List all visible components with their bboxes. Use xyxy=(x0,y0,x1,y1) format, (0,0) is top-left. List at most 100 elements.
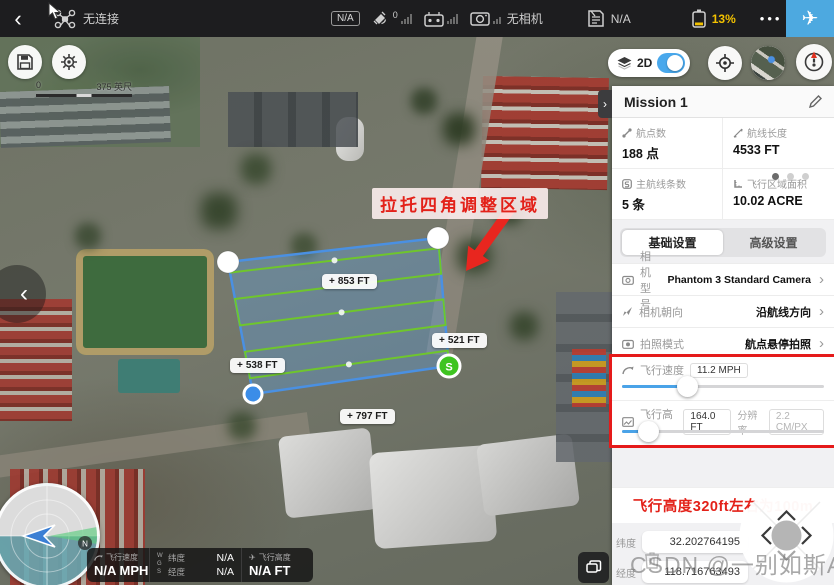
telemetry-altitude: ✈飞行高度 N/A FT xyxy=(242,548,312,582)
edge-length-bottom[interactable]: +797 FT xyxy=(340,409,395,424)
waypoint-dot xyxy=(339,309,345,315)
layers-3d-icon xyxy=(617,57,632,70)
telemetry-bar: 飞行速度 N/A MPH WGS 纬度N/A 经度N/A ✈飞行高度 N/A F… xyxy=(87,548,313,582)
altitude-slider-thumb[interactable] xyxy=(638,421,659,442)
stat-route-length: 航线长度 4533 FT xyxy=(723,118,834,169)
altitude-slider-row: 飞行高度 164.0 FT 分辨率 2.2 CM/PX xyxy=(612,401,834,445)
speed-slider-thumb[interactable] xyxy=(677,376,698,397)
move-cross-icon: + xyxy=(439,335,445,346)
move-cross-icon: + xyxy=(237,360,243,371)
speed-slider[interactable] xyxy=(622,385,824,388)
speed-slider-row: 飞行速度 11.2 MPH xyxy=(612,357,834,401)
attitude-indicator[interactable]: N xyxy=(0,483,100,585)
hint-annotation: 拉托四角调整区域 xyxy=(372,188,548,219)
takeoff-button[interactable]: ✈ xyxy=(786,0,834,37)
battery-icon[interactable] xyxy=(691,9,707,28)
camera-status: 无相机 xyxy=(507,10,543,27)
edge-length-right[interactable]: +521 FT xyxy=(432,333,487,348)
corner-handle-top-right[interactable] xyxy=(427,227,449,249)
satellite-count: 0 xyxy=(393,10,398,20)
app-screen: S +853 FT +521 FT +538 FT +797 FT 拉托四角调整… xyxy=(0,0,834,585)
waypoint-dot xyxy=(346,361,352,367)
locate-button[interactable] xyxy=(708,46,742,80)
area-icon xyxy=(733,179,743,189)
panel-collapse-tab[interactable]: › xyxy=(598,90,612,118)
scale-end-label: 375 英尺 xyxy=(96,80,132,93)
save-icon xyxy=(16,53,34,71)
chevron-right-icon: › xyxy=(819,335,824,352)
mission-header: Mission 1 xyxy=(612,86,834,118)
compass-north-icon xyxy=(802,50,826,74)
crosshair-icon xyxy=(715,53,735,73)
mode-toggle[interactable] xyxy=(657,53,685,73)
route-length-icon xyxy=(733,128,743,138)
start-point-label: S xyxy=(445,362,452,374)
map-layer-button[interactable] xyxy=(578,552,609,583)
status-bar: ‹ 无连接 N/A 0 无相机 N/A 13% ••• ✈ xyxy=(0,0,834,37)
chevron-right-icon: › xyxy=(819,271,824,288)
altitude-plane-icon: ✈ xyxy=(249,553,256,562)
speed-value[interactable]: 11.2 MPH xyxy=(690,363,748,378)
camera-signal-icon[interactable] xyxy=(470,11,490,26)
main-lines-icon xyxy=(622,179,632,189)
watermark: CSDN @一别如斯AA xyxy=(630,546,834,580)
chevron-left-icon: ‹ xyxy=(20,280,28,308)
compass-button[interactable] xyxy=(796,44,832,80)
telemetry-position: WGS 纬度N/A 经度N/A xyxy=(150,548,242,582)
speed-icon xyxy=(94,554,103,562)
photo-mode-icon xyxy=(622,339,634,349)
checklist-status: N/A xyxy=(611,12,631,26)
mission-settings-button[interactable] xyxy=(52,45,86,79)
heading-icon xyxy=(622,306,633,317)
mission-title: Mission 1 xyxy=(624,94,688,110)
waypoint-dot xyxy=(332,257,338,263)
checklist-icon[interactable] xyxy=(587,9,605,28)
minimap-thumbnail xyxy=(751,46,785,80)
scale-start-label: 0 xyxy=(36,80,41,93)
mouse-cursor xyxy=(48,2,62,20)
chevron-right-icon: › xyxy=(819,303,824,320)
minimap-button[interactable] xyxy=(751,46,785,80)
tab-advanced-settings[interactable]: 高级设置 xyxy=(723,230,824,255)
remote-controller-icon[interactable] xyxy=(424,11,444,27)
edge-length-top[interactable]: +853 FT xyxy=(322,274,377,289)
corner-handle-top-left[interactable] xyxy=(217,251,239,273)
tab-basic-settings[interactable]: 基础设置 xyxy=(622,230,723,255)
speed-icon xyxy=(622,365,634,376)
map-scale: 0 375 英尺 xyxy=(36,80,132,97)
camera-signal-bars xyxy=(493,14,501,24)
map-mode-label: 2D xyxy=(637,56,652,70)
more-menu-button[interactable]: ••• xyxy=(760,11,783,26)
rc-signal-bars xyxy=(447,14,458,24)
edit-mission-button[interactable] xyxy=(809,95,822,108)
chevron-right-icon: › xyxy=(603,97,607,111)
gear-edit-icon xyxy=(59,52,79,72)
layers-icon xyxy=(585,559,602,576)
setting-row-camera-model[interactable]: 相机型号 Phantom 3 Standard Camera › xyxy=(612,263,834,295)
wgs-label: WGS xyxy=(157,553,164,576)
back-button[interactable]: ‹ xyxy=(0,6,36,32)
gps-signal-bars xyxy=(401,14,412,24)
connection-status: 无连接 xyxy=(83,10,119,27)
stats-pager-dots[interactable] xyxy=(772,173,809,180)
move-cross-icon: + xyxy=(329,276,335,287)
stat-waypoints: 航点数 188 点 xyxy=(612,118,723,169)
corner-handle-bottom-left[interactable] xyxy=(244,385,262,403)
altitude-slider[interactable] xyxy=(622,430,824,433)
stat-main-lines: 主航线条数 5 条 xyxy=(612,169,723,220)
edge-length-left[interactable]: +538 FT xyxy=(230,358,285,373)
highlight-red-box: 飞行速度 11.2 MPH 飞行高度 164.0 FT 分辨率 2.2 CM/P… xyxy=(609,354,834,448)
map-mode-pill[interactable]: 2D xyxy=(608,49,690,77)
save-mission-button[interactable] xyxy=(8,45,42,79)
chevron-left-icon: ‹ xyxy=(14,6,21,31)
pencil-icon xyxy=(809,95,822,108)
flight-mode-badge[interactable]: N/A xyxy=(331,11,360,26)
mission-stats: 航点数 188 点 航线长度 4533 FT 主航线条数 5 条 飞行区域面积 … xyxy=(612,118,834,220)
battery-percent: 13% xyxy=(712,12,736,26)
telemetry-speed: 飞行速度 N/A MPH xyxy=(87,548,150,582)
move-cross-icon: + xyxy=(347,411,353,422)
plane-icon: ✈ xyxy=(802,6,819,31)
satellite-icon[interactable] xyxy=(372,10,391,28)
camera-icon xyxy=(622,275,634,285)
waypoints-icon xyxy=(622,128,632,138)
